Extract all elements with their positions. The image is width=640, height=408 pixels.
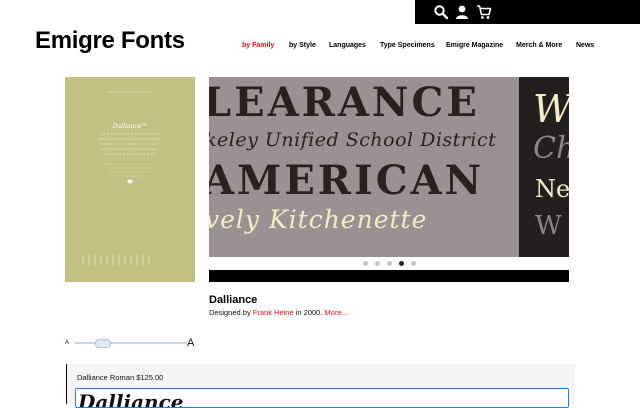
tester-text: Dalliance (78, 390, 184, 408)
size-track[interactable] (75, 342, 187, 344)
designed-suffix: in 2000. (295, 308, 323, 317)
slider-dot[interactable] (375, 261, 380, 266)
designed-prefix: Designed by (209, 308, 251, 317)
nav-emigre-magazine[interactable]: Emigre Magazine (446, 42, 503, 49)
nav-news[interactable]: News (576, 42, 594, 49)
more-link[interactable]: More... (325, 308, 348, 317)
designer-line: Designed by Frank Heine in 2000. More... (209, 308, 348, 317)
size-big-label: A (187, 337, 195, 349)
size-small-label: A (65, 340, 70, 346)
side-line-1: W (533, 87, 569, 131)
family-title: Dalliance (209, 294, 258, 306)
slider-dot[interactable] (411, 261, 416, 266)
slide-next-peek: W Ch Ne W (519, 77, 569, 257)
side-line-4: W (535, 211, 562, 241)
nav-by-style[interactable]: by Style (289, 42, 316, 49)
type-tester-input[interactable]: Dalliance (75, 388, 569, 408)
side-line-3: Ne (535, 175, 569, 203)
account-icon[interactable] (454, 4, 470, 20)
slider-dots (209, 258, 569, 270)
nav-merch-more[interactable]: Merch & More (516, 42, 562, 49)
slide-line-1: LEARANCE (209, 79, 480, 126)
nav-by-family[interactable]: by Family (242, 42, 274, 49)
nav-languages[interactable]: Languages (329, 42, 366, 49)
specimen-cover[interactable]: Dalliance™ (65, 77, 195, 282)
specimen-slider[interactable]: LEARANCE keley Unified School District A… (209, 77, 569, 257)
search-icon[interactable] (433, 4, 449, 20)
slide-line-3: AMERICAN (209, 157, 485, 204)
style-price-line: Dalliance Roman $125.00 (77, 373, 164, 382)
slider-dot[interactable] (387, 261, 392, 266)
cart-icon[interactable] (476, 4, 492, 20)
size-thumb[interactable] (94, 339, 111, 348)
designer-link[interactable]: Frank Heine (253, 308, 294, 317)
slide-line-2: keley Unified School District (209, 129, 497, 151)
font-size-slider[interactable]: A A (63, 336, 198, 350)
utility-bar (415, 0, 640, 24)
slider-dot[interactable] (399, 261, 404, 266)
slider-dot[interactable] (363, 261, 368, 266)
slider-footer-bar (209, 270, 569, 282)
nav-type-specimens[interactable]: Type Specimens (380, 42, 435, 49)
cover-artwork (82, 91, 161, 265)
main-nav: by Family by Style Languages Type Specim… (0, 42, 640, 54)
cover-title: Dalliance™ (112, 123, 148, 130)
side-line-2: Ch (533, 131, 569, 166)
slide-current: LEARANCE keley Unified School District A… (209, 77, 519, 257)
slide-line-4: vely Kitchenette (209, 205, 428, 234)
